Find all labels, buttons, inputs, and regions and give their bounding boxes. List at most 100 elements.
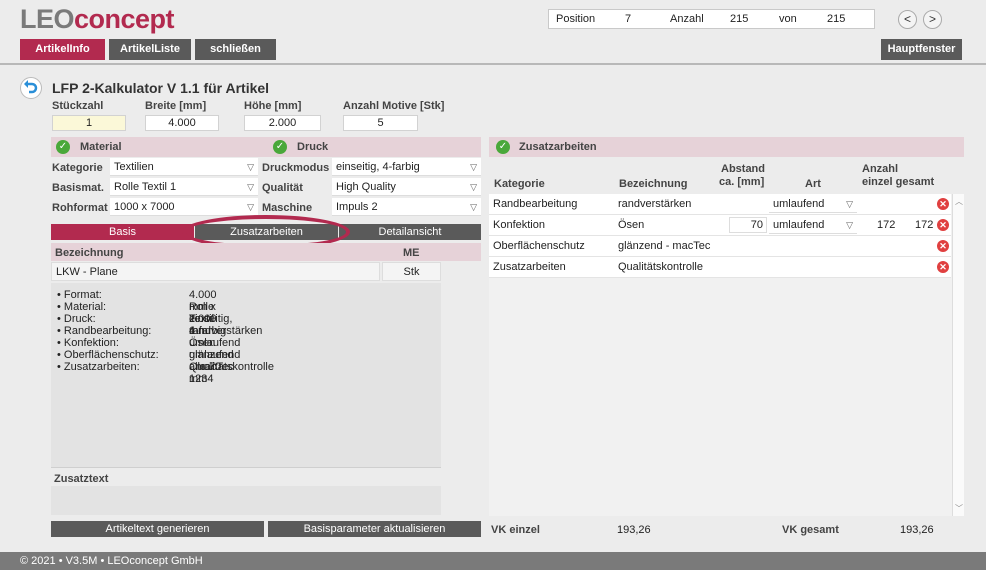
delete-icon[interactable]: ✕ xyxy=(937,240,949,252)
bezeichnung-input[interactable]: LKW - Plane xyxy=(51,262,380,281)
row-kategorie: Konfektion xyxy=(493,219,545,231)
vk-einzel-value: 193,26 xyxy=(617,524,651,536)
kategorie-select[interactable]: Textilien ▽ xyxy=(110,158,258,176)
delete-icon[interactable]: ✕ xyxy=(937,198,949,210)
update-params-button[interactable]: Basisparameter aktualisieren xyxy=(268,521,481,537)
stueckzahl-input[interactable]: 1 xyxy=(52,115,126,131)
detail-row: • Randbearbeitung: randverstärken umlaufe… xyxy=(57,325,262,349)
material-header: Material xyxy=(80,141,122,153)
qualitaet-label: Qualität xyxy=(262,182,303,194)
row-bezeichnung: Qualitätskontrolle xyxy=(618,261,703,273)
row-bezeichnung: randverstärken xyxy=(618,198,692,210)
detail-key: • Material: xyxy=(57,301,107,313)
col-anzahl: Anzahl xyxy=(862,163,899,175)
scroll-down-icon: ﹀ xyxy=(955,504,963,513)
main-window-button[interactable]: Hauptfenster xyxy=(881,39,962,60)
generate-text-button[interactable]: Artikeltext generieren xyxy=(51,521,264,537)
subtab-detailansicht[interactable]: Detailansicht xyxy=(339,224,481,240)
zusatztext-label: Zusatztext xyxy=(54,473,109,485)
anzahl-gesamt: 172 xyxy=(915,219,934,231)
druckmodus-select[interactable]: einseitig, 4-farbig ▽ xyxy=(332,158,481,176)
me-input[interactable]: Stk xyxy=(382,262,441,281)
vk-gesamt-value: 193,26 xyxy=(900,524,934,536)
row-bezeichnung: Ösen xyxy=(618,219,645,231)
chevron-down-icon: ▽ xyxy=(470,162,477,172)
of-label: von xyxy=(779,13,797,25)
subtab-basis[interactable]: Basis xyxy=(51,224,194,240)
detail-key: • Druck: xyxy=(57,313,96,325)
count-label: Anzahl xyxy=(670,13,704,25)
tab-artikelliste[interactable]: ArtikelListe xyxy=(109,39,191,60)
next-record-button[interactable]: > xyxy=(923,10,942,29)
prev-record-button[interactable]: < xyxy=(898,10,917,29)
tab-artikelinfo[interactable]: ArtikelInfo xyxy=(20,39,105,60)
col-kategorie: Kategorie xyxy=(494,178,545,190)
details-list: • Format: 4.000 mm x 2.000 mm • Material: R… xyxy=(57,289,274,385)
col-abstand-unit: ca. [mm] xyxy=(719,176,765,188)
art-select[interactable]: umlaufend ▽ xyxy=(769,195,857,213)
zusatzarbeiten-header: Zusatzarbeiten xyxy=(519,141,597,153)
position-value: 7 xyxy=(625,13,632,25)
hoehe-label: Höhe [mm] xyxy=(244,100,302,112)
detail-key: • Konfektion: xyxy=(57,337,119,349)
detail-value: Qualitätskontrolle xyxy=(189,361,274,373)
zusatz-check-icon: ✓ xyxy=(496,140,510,154)
position-label: Position xyxy=(556,13,596,25)
zusatztext-input[interactable] xyxy=(51,486,441,515)
vk-einzel-label: VK einzel xyxy=(491,524,540,536)
detail-key: • Oberflächenschutz: xyxy=(57,349,159,361)
vk-gesamt-label: VK gesamt xyxy=(782,524,839,536)
page-title: LFP 2-Kalkulator V 1.1 für Artikel xyxy=(52,80,270,96)
col-abstand: Abstand xyxy=(721,163,765,175)
detail-row: • Oberflächenschutz: glänzend - macTec 12… xyxy=(57,349,234,385)
breite-label: Breite [mm] xyxy=(145,100,207,112)
detail-key: • Format: xyxy=(57,289,102,301)
col-art: Art xyxy=(805,178,821,190)
scroll-up-icon: ︿ xyxy=(955,197,963,206)
qualitaet-select[interactable]: High Quality ▽ xyxy=(332,178,481,196)
chevron-down-icon: ▽ xyxy=(846,220,853,230)
table-row[interactable]: Zusatzarbeiten Qualitätskontrolle ✕ xyxy=(489,257,951,278)
basismat-label: Basismat. xyxy=(52,182,104,194)
record-navigator: Position 7 Anzahl 215 von 215 xyxy=(548,9,875,29)
table-row[interactable]: Randbearbeitung randverstärken umlaufend ▽ ✕ xyxy=(489,194,951,215)
breite-input[interactable]: 4.000 xyxy=(145,115,219,131)
bezeichnung-label: Bezeichnung xyxy=(55,247,124,259)
maschine-select[interactable]: Impuls 2 ▽ xyxy=(332,198,481,216)
rohformat-select[interactable]: 1000 x 7000 ▽ xyxy=(110,198,258,216)
footer: © 2021 • V3.5M • LEOconcept GmbH xyxy=(0,552,986,570)
detail-key: • Randbearbeitung: xyxy=(57,325,152,337)
detail-row: • Material: Rolle Textil 1 xyxy=(57,301,214,337)
chevron-down-icon: ▽ xyxy=(470,202,477,212)
col-einzel-gesamt: einzel gesamt xyxy=(862,176,935,188)
delete-icon[interactable]: ✕ xyxy=(937,219,949,231)
row-kategorie: Oberflächenschutz xyxy=(493,240,585,252)
chevron-down-icon: ▽ xyxy=(846,199,853,209)
delete-icon[interactable]: ✕ xyxy=(937,261,949,273)
maschine-label: Maschine xyxy=(262,202,313,214)
row-kategorie: Zusatzarbeiten xyxy=(493,261,566,273)
abstand-input[interactable]: 70 xyxy=(729,217,767,233)
artikeltext-area[interactable]: • Format: 4.000 mm x 2.000 mm • Material: R… xyxy=(51,283,441,468)
table-scrollbar[interactable]: ︿ ﹀ xyxy=(952,194,964,516)
chevron-down-icon: ▽ xyxy=(247,162,254,172)
detail-row: • Druck: einseitig, 4-farbig xyxy=(57,313,232,337)
anzahl-einzel: 172 xyxy=(877,219,896,231)
me-label: ME xyxy=(403,247,420,259)
druckmodus-label: Druckmodus xyxy=(262,162,330,174)
col-bezeichnung: Bezeichnung xyxy=(619,178,688,190)
material-check-icon: ✓ xyxy=(56,140,70,154)
close-button[interactable]: schließen xyxy=(195,39,276,60)
basismat-select[interactable]: Rolle Textil 1 ▽ xyxy=(110,178,258,196)
table-row[interactable]: Oberflächenschutz glänzend - macTec ✕ xyxy=(489,236,951,257)
row-bezeichnung: glänzend - macTec xyxy=(618,240,711,252)
chevron-down-icon: ▽ xyxy=(247,202,254,212)
motive-label: Anzahl Motive [Stk] xyxy=(343,100,445,112)
detail-key: • Zusatzarbeiten: xyxy=(57,361,140,373)
table-row[interactable]: Konfektion Ösen 70 umlaufend ▽ 172 172 ✕ xyxy=(489,215,951,236)
motive-input[interactable]: 5 xyxy=(343,115,418,131)
hoehe-input[interactable]: 2.000 xyxy=(244,115,321,131)
art-select[interactable]: umlaufend ▽ xyxy=(769,216,857,234)
stueckzahl-label: Stückzahl xyxy=(52,100,104,112)
back-arrow-icon[interactable] xyxy=(20,77,42,99)
